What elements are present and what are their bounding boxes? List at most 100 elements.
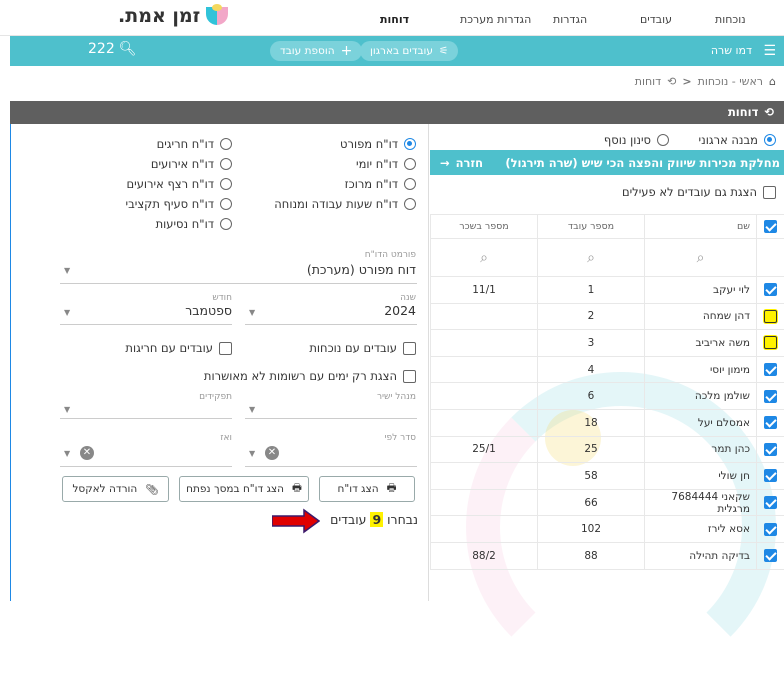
chevron-down-icon[interactable]: ▼ <box>249 449 255 458</box>
row-checkbox[interactable] <box>764 469 777 482</box>
report-type-radio[interactable]: דו"ח יומי <box>356 157 416 171</box>
radio-icon <box>657 134 669 146</box>
search-number-icon[interactable]: ⌕ <box>538 239 645 277</box>
breadcrumb: ⌂ ראשי - נוכחות < ⟲ דוחות <box>635 75 776 88</box>
row-checkbox[interactable] <box>764 390 777 403</box>
month-select[interactable]: ספטמבר <box>185 303 232 318</box>
chevron-down-icon[interactable]: ▼ <box>64 405 70 414</box>
employee-number: 88 <box>538 542 645 569</box>
home-icon[interactable]: ⌂ <box>769 75 776 88</box>
section-title: דוחות <box>728 105 758 119</box>
employees-table: שם מספר עובד מספר בשכר ⌕ ⌕ ⌕ לוי יעקב111… <box>430 214 784 570</box>
row-checkbox[interactable] <box>764 496 777 509</box>
select-all-checkbox[interactable] <box>764 220 777 233</box>
department-header: מחלקת מכירות שיווק והפצה הכי שיש (שרה תי… <box>430 150 784 175</box>
row-checkbox[interactable] <box>764 283 777 296</box>
refresh-icon[interactable]: ⟲ <box>764 105 774 119</box>
row-checkbox[interactable] <box>764 363 777 376</box>
employees-filter-button[interactable]: ⚟ עובדים בארגון <box>360 41 458 61</box>
add-employee-button[interactable]: + הוספת עובד <box>270 41 362 61</box>
report-type-radio[interactable]: דו"ח סעיף תקציבי <box>126 197 232 211</box>
report-type-radio[interactable]: דו"ח מרוכז <box>345 177 416 191</box>
clear-icon[interactable]: ✕ <box>265 446 279 460</box>
arrow-right-icon: → <box>440 156 450 170</box>
table-row[interactable]: בדיקה תהילה8888/2 <box>431 542 784 569</box>
export-excel-button[interactable]: 📎︎ הורדה לאקסל <box>62 476 169 502</box>
table-row[interactable]: אסא לירז102 <box>431 516 784 543</box>
refresh-icon[interactable]: ⟲ <box>667 75 676 88</box>
search-button[interactable]: 222 🔍︎ <box>88 41 137 57</box>
employee-name: מימון יוסי <box>645 356 757 383</box>
then-select[interactable] <box>60 466 232 467</box>
radio-org-structure[interactable]: מבנה ארגוני <box>699 133 776 147</box>
row-checkbox[interactable] <box>764 443 777 456</box>
payroll-number <box>431 383 538 410</box>
unapproved-only-checkbox[interactable]: הצגת רק ימים עם רשומות לא מאושרות <box>204 369 416 383</box>
row-checkbox[interactable] <box>764 523 777 536</box>
show-inactive-checkbox[interactable]: הצגת גם עובדים לא פעילים <box>622 185 776 199</box>
top-nav: זמן אמת. דוחות הגדרות מערכת הגדרות עובדי… <box>0 0 784 36</box>
table-row[interactable]: חן שולי58 <box>431 463 784 490</box>
report-type-radio[interactable]: דו"ח נסיעות <box>156 217 232 231</box>
table-row[interactable]: משה אריביב3 <box>431 330 784 357</box>
employee-name: כהן תמר <box>645 436 757 463</box>
radio-icon <box>220 158 232 170</box>
with-attendance-checkbox[interactable]: עובדים עם נוכחות <box>309 341 416 355</box>
report-type-radio[interactable]: דו"ח רצף אירועים <box>127 177 232 191</box>
year-select[interactable]: 2024 <box>384 303 416 318</box>
column-header-name[interactable]: שם <box>645 215 757 239</box>
chevron-down-icon[interactable]: ▼ <box>64 449 70 458</box>
table-search-row: ⌕ ⌕ ⌕ <box>431 239 784 277</box>
column-header-payroll-number[interactable]: מספר בשכר <box>431 215 538 239</box>
chevron-down-icon[interactable]: ▼ <box>64 308 70 317</box>
format-underline <box>60 283 417 284</box>
table-row[interactable]: מימון יוסי4 <box>431 356 784 383</box>
company-name[interactable]: דמו שרה <box>711 44 752 57</box>
search-name-icon[interactable]: ⌕ <box>645 239 757 277</box>
report-type-radio[interactable]: דו"ח מפורט <box>340 137 416 151</box>
roles-select[interactable] <box>60 418 232 419</box>
logo-text: זמן אמת. <box>118 5 200 27</box>
manager-select[interactable] <box>245 418 417 419</box>
nav-reports[interactable]: דוחות <box>380 13 409 26</box>
chevron-icon: < <box>682 75 691 88</box>
table-row[interactable]: שקאני 7684444 מרגלית66 <box>431 489 784 516</box>
report-type-radio[interactable]: דו"ח חריגים <box>157 137 232 151</box>
with-exceptions-checkbox[interactable]: עובדים עם חריגות <box>125 341 232 355</box>
sort-select[interactable] <box>245 466 417 467</box>
show-report-button[interactable]: 🖶 הצג דו"ח <box>319 476 415 502</box>
chevron-down-icon[interactable]: ▼ <box>249 405 255 414</box>
row-checkbox[interactable] <box>764 549 777 562</box>
employee-number: 58 <box>538 463 645 490</box>
show-report-new-window-button[interactable]: 🖶 הצג דו"ח במסך נפתח <box>179 476 309 502</box>
column-header-employee-number[interactable]: מספר עובד <box>538 215 645 239</box>
menu-icon[interactable]: ☰ <box>763 43 776 59</box>
chevron-down-icon[interactable]: ▼ <box>249 308 255 317</box>
app-logo[interactable]: זמן אמת. <box>118 5 228 27</box>
table-row[interactable]: לוי יעקב111/1 <box>431 277 784 304</box>
format-select[interactable]: דוח מפורט (מערכת) <box>307 262 416 277</box>
report-type-radio[interactable]: דו"ח שעות עבודה ומנוחה <box>274 197 416 211</box>
back-button[interactable]: חזרה → <box>440 156 483 170</box>
payroll-number <box>431 516 538 543</box>
clear-icon[interactable]: ✕ <box>80 446 94 460</box>
breadcrumb-home[interactable]: ראשי - נוכחות <box>698 75 763 88</box>
search-payroll-icon[interactable]: ⌕ <box>431 239 538 277</box>
table-row[interactable]: דהן שמחה2 <box>431 303 784 330</box>
radio-icon <box>404 158 416 170</box>
nav-employees[interactable]: עובדים <box>640 13 672 26</box>
report-type-radio[interactable]: דו"ח אירועים <box>151 157 232 171</box>
chevron-down-icon[interactable]: ▼ <box>64 266 70 275</box>
printer-icon: 🖶 <box>292 480 302 498</box>
employee-name: אמסלם יעל <box>645 409 757 436</box>
nav-system-settings[interactable]: הגדרות מערכת <box>460 13 531 26</box>
nav-settings[interactable]: הגדרות <box>553 13 587 26</box>
radio-extra-filter[interactable]: סינון נוסף <box>604 133 669 147</box>
nav-attendance[interactable]: נוכחות <box>715 13 746 26</box>
table-row[interactable]: כהן תמר2525/1 <box>431 436 784 463</box>
row-checkbox[interactable] <box>764 336 777 349</box>
row-checkbox[interactable] <box>764 416 777 429</box>
row-checkbox[interactable] <box>764 310 777 323</box>
table-row[interactable]: שולמן מלכה6 <box>431 383 784 410</box>
table-row[interactable]: אמסלם יעל18 <box>431 409 784 436</box>
